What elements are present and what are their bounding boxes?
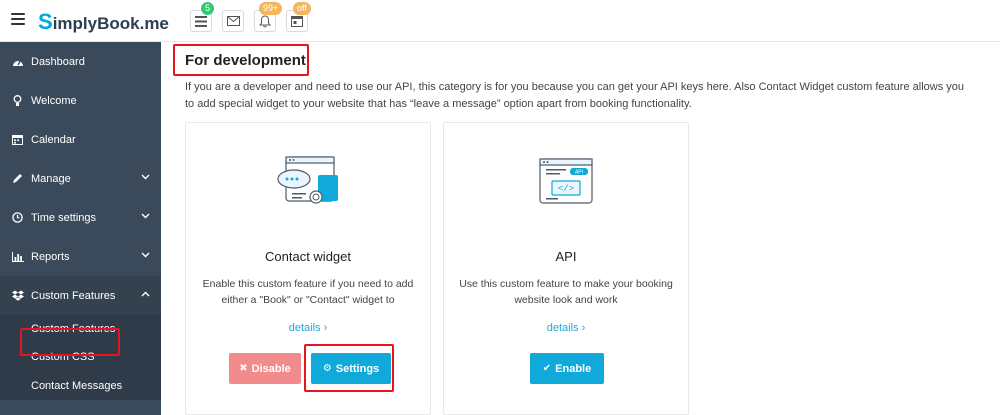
disable-button[interactable]: ✖ Disable (229, 353, 301, 384)
chevron-right-icon: › (581, 322, 586, 334)
bar-chart-icon (11, 250, 24, 263)
sidebar-item-label: Manage (31, 172, 71, 185)
main-content: For development If you are a developer a… (161, 42, 1000, 415)
enable-label: Enable (555, 362, 592, 375)
topbar-calendar-button[interactable]: off (286, 2, 311, 32)
settings-button[interactable]: ⚙ Settings (311, 353, 391, 384)
card-title: Contact widget (265, 249, 351, 264)
dropbox-icon (11, 289, 24, 302)
custom-features-submenu: Custom Features Custom CSS Contact Messa… (0, 315, 161, 400)
dashboard-icon (11, 55, 24, 68)
calendar-icon (11, 133, 24, 146)
topbar-messages-button[interactable] (222, 10, 244, 32)
details-link[interactable]: details › (186, 322, 430, 334)
logo-s-mark: S (38, 9, 53, 34)
sidebar-item-reports[interactable]: Reports (0, 237, 161, 276)
gear-icon: ⚙ (322, 363, 332, 374)
contact-widget-illustration (186, 155, 430, 211)
svg-text:</>: </> (558, 184, 574, 194)
sidebar-item-calendar[interactable]: Calendar (0, 120, 161, 159)
section-description: If you are a developer and need to use o… (185, 81, 964, 110)
sidebar-item-label: Time settings (31, 211, 97, 224)
api-illustration: API </> (444, 155, 688, 211)
subnav-item-custom-css[interactable]: Custom CSS (0, 343, 161, 371)
settings-label: Settings (335, 362, 380, 375)
card-title: API (555, 249, 577, 264)
sidebar: Dashboard Welcome Calendar Manage Time s… (0, 42, 161, 415)
subnav-item-contact-messages[interactable]: Contact Messages (0, 372, 161, 400)
chevron-down-icon (141, 174, 150, 180)
sidebar-item-time-settings[interactable]: Time settings (0, 198, 161, 237)
logo[interactable]: SimplyBook.me (38, 9, 169, 35)
calendar-card-icon (291, 16, 303, 27)
card-description: Use this custom feature to make your boo… (459, 278, 673, 306)
sidebar-item-label: Custom Features (31, 289, 116, 302)
chevron-up-icon (141, 291, 150, 297)
card-description: Enable this custom feature if you need t… (202, 278, 414, 306)
sidebar-item-welcome[interactable]: Welcome (0, 81, 161, 120)
sidebar-item-label: Welcome (31, 94, 77, 107)
subnav-item-label: Custom CSS (31, 351, 95, 364)
logo-text: implyBook (52, 14, 140, 33)
sidebar-item-manage[interactable]: Manage (0, 159, 161, 198)
api-illustration-label: API (575, 170, 583, 176)
details-link[interactable]: details › (444, 322, 688, 334)
subnav-item-custom-features[interactable]: Custom Features (0, 315, 161, 343)
sidebar-item-label: Reports (31, 250, 70, 263)
disable-label: Disable (251, 362, 291, 375)
topbar-notifications-button[interactable]: 99+ (254, 2, 283, 32)
lightbulb-icon (11, 94, 24, 107)
notifications-badge: 99+ (259, 2, 283, 15)
sidebar-item-custom-features[interactable]: Custom Features (0, 276, 161, 315)
chevron-down-icon (141, 213, 150, 219)
hamburger-menu-icon[interactable] (11, 13, 25, 25)
subnav-item-label: Contact Messages (31, 379, 123, 392)
notification-count-badge: 5 (201, 2, 215, 15)
top-bar: SimplyBook.me 5 99+ off (0, 0, 1000, 42)
chevron-down-icon (141, 252, 150, 258)
list-icon (195, 15, 207, 27)
status-off-badge: off (293, 2, 311, 15)
chevron-right-icon: › (323, 322, 328, 334)
sidebar-item-dashboard[interactable]: Dashboard (0, 42, 161, 81)
logo-suffix: .me (139, 14, 169, 33)
times-icon: ✖ (239, 363, 248, 374)
enable-button[interactable]: ✔ Enable (530, 353, 604, 384)
bell-icon (259, 14, 271, 27)
sidebar-item-label: Calendar (31, 133, 76, 146)
clock-icon (11, 211, 24, 224)
api-card: API </> API Use this custom feature to m… (443, 122, 689, 415)
details-label: details (546, 322, 579, 334)
contact-widget-card: Contact widget Enable this custom featur… (185, 122, 431, 415)
subnav-item-label: Custom Features (31, 323, 116, 336)
sidebar-item-label: Dashboard (31, 55, 85, 68)
details-label: details (288, 322, 321, 334)
topbar-list-button[interactable]: 5 (190, 2, 215, 32)
section-title: For development (185, 52, 306, 69)
envelope-icon (226, 16, 240, 26)
check-icon: ✔ (542, 363, 552, 374)
pencil-icon (11, 172, 24, 185)
